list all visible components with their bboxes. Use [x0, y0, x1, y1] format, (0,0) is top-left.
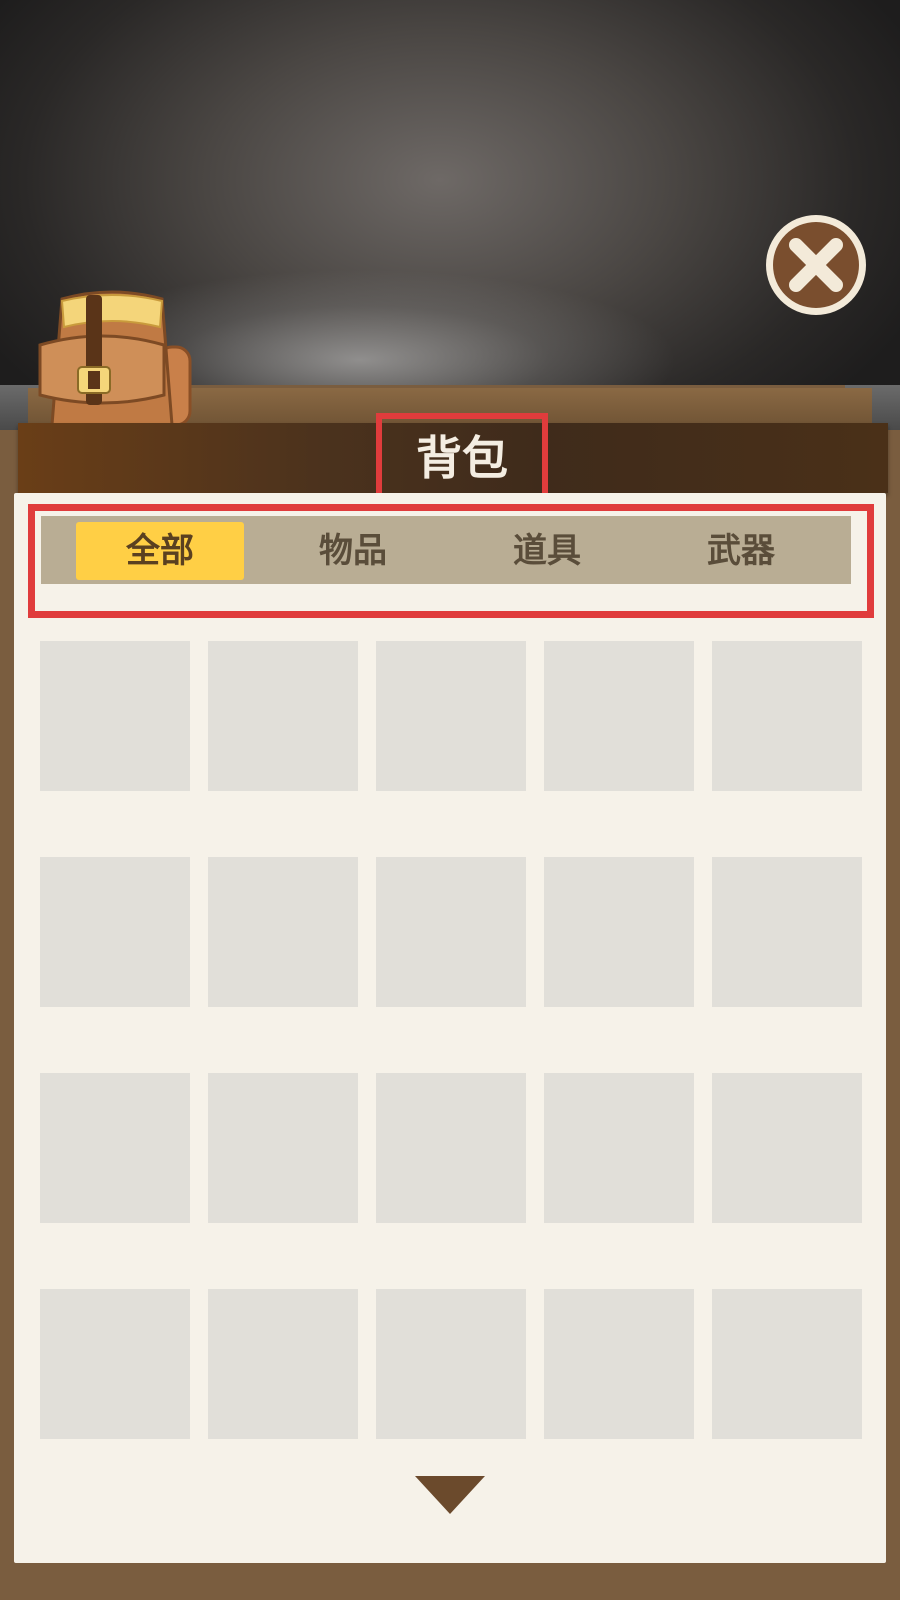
- inventory-slot[interactable]: [712, 1289, 862, 1439]
- tab-highlight-box: [28, 504, 874, 618]
- backpack-icon: [32, 285, 194, 427]
- inventory-slot[interactable]: [712, 1073, 862, 1223]
- inventory-slot[interactable]: [712, 857, 862, 1007]
- inventory-slot[interactable]: [376, 1289, 526, 1439]
- inventory-slot[interactable]: [544, 1289, 694, 1439]
- close-button[interactable]: [764, 213, 868, 317]
- inventory-slot[interactable]: [376, 1073, 526, 1223]
- inventory-slot[interactable]: [40, 1073, 190, 1223]
- inventory-slot[interactable]: [208, 857, 358, 1007]
- inventory-slot[interactable]: [40, 641, 190, 791]
- inventory-slot[interactable]: [544, 1073, 694, 1223]
- inventory-slot[interactable]: [376, 857, 526, 1007]
- inventory-slot[interactable]: [376, 641, 526, 791]
- triangle-down-icon: [415, 1476, 485, 1514]
- inventory-slot[interactable]: [208, 1073, 358, 1223]
- inventory-slot[interactable]: [40, 1289, 190, 1439]
- inventory-slot[interactable]: [40, 857, 190, 1007]
- inventory-slot[interactable]: [544, 641, 694, 791]
- title-highlight-box: [376, 413, 548, 505]
- inventory-slot[interactable]: [208, 641, 358, 791]
- inventory-slot[interactable]: [208, 1289, 358, 1439]
- scroll-down-button[interactable]: [415, 1476, 485, 1514]
- inventory-slot[interactable]: [712, 641, 862, 791]
- close-icon: [766, 215, 866, 315]
- inventory-slot[interactable]: [544, 857, 694, 1007]
